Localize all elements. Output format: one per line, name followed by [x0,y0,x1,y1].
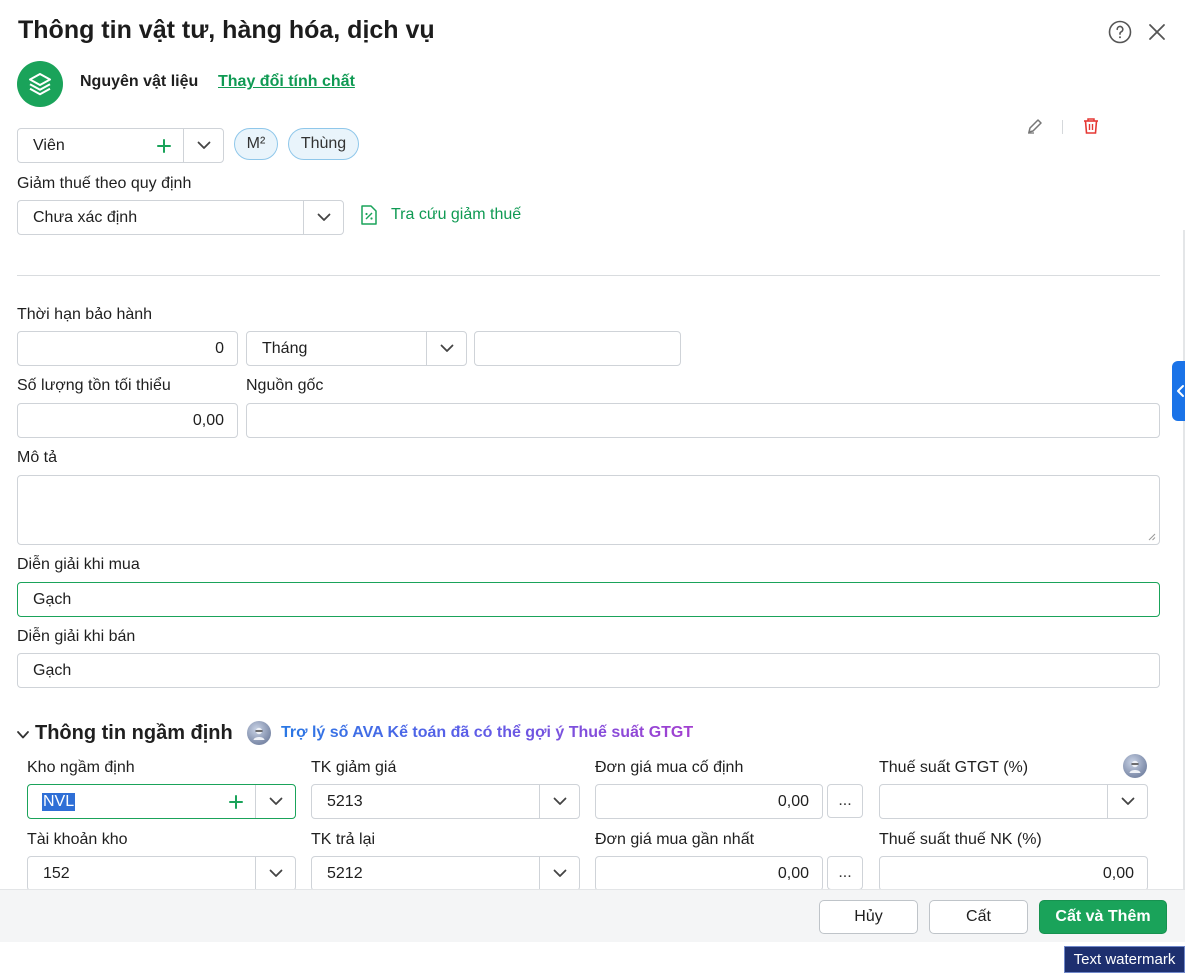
unit-chip-m2[interactable]: M² [234,128,278,160]
close-icon[interactable] [1144,19,1170,45]
warranty-label: Thời hạn bảo hành [17,306,153,323]
unit-chip-thung[interactable]: Thùng [288,128,359,160]
chevron-down-icon[interactable] [255,857,295,890]
min-stock-value: 0,00 [192,412,224,429]
defaults-section-title[interactable]: Thông tin ngầm định [35,722,233,745]
warehouse-value: NVL [42,793,76,811]
discount-account-select[interactable]: 5213 [311,784,580,819]
cancel-button[interactable]: Hủy [819,900,918,934]
import-tax-rate-label: Thuế suất thuế NK (%) [879,831,1042,848]
text-watermark: Text watermark [1064,946,1185,973]
save-and-add-button[interactable]: Cất và Thêm [1039,900,1167,934]
warranty-amount-value: 0 [215,340,224,357]
toolbar-divider [1062,120,1063,134]
ava-avatar-icon [247,721,271,745]
return-account-label: TK trả lại [311,831,376,848]
latest-purchase-price-input[interactable]: 0,00 [595,856,823,891]
warranty-period-value: Tháng [262,340,308,357]
chevron-down-icon[interactable] [1107,785,1147,818]
delete-icon[interactable] [1082,116,1100,136]
fixed-purchase-price-input[interactable]: 0,00 [595,784,823,819]
origin-label: Nguồn gốc [246,377,324,394]
ava-suggest-icon[interactable] [1123,754,1147,778]
chevron-down-icon[interactable] [426,332,466,365]
plus-icon[interactable] [149,129,179,162]
origin-input[interactable] [246,403,1160,438]
collapse-chevron-icon[interactable] [16,727,30,739]
unit-select[interactable]: Viên [17,128,224,163]
purchase-desc-value: Gạch [33,591,72,608]
return-account-value: 5212 [327,865,363,882]
section-divider [17,275,1160,276]
stock-account-value: 152 [43,865,70,882]
chevron-down-icon[interactable] [303,201,343,234]
chevron-down-icon[interactable] [539,785,579,818]
min-stock-input[interactable]: 0,00 [17,403,238,438]
description-textarea[interactable] [17,475,1160,545]
description-label: Mô tả [17,449,58,466]
discount-account-value: 5213 [327,793,363,810]
change-nature-link[interactable]: Thay đổi tính chất [218,73,355,91]
vat-rate-label: Thuế suất GTGT (%) [879,759,1029,776]
chevron-down-icon[interactable] [183,129,223,162]
plus-icon[interactable] [221,785,251,818]
nature-label: Nguyên vật liệu [80,73,199,90]
document-tax-icon[interactable] [360,205,378,225]
tax-reduction-value: Chưa xác định [33,209,138,226]
sale-desc-input[interactable]: Gạch [17,653,1160,688]
tax-reduction-label: Giảm thuế theo quy định [17,175,192,192]
import-tax-rate-value: 0,00 [1102,865,1134,882]
latest-price-more-button[interactable]: ... [827,856,863,890]
side-panel-toggle[interactable] [1172,361,1185,421]
warehouse-label: Kho ngầm định [27,759,135,776]
edit-icon[interactable] [1025,116,1045,136]
chevron-down-icon[interactable] [539,857,579,890]
warranty-period-select[interactable]: Tháng [246,331,467,366]
discount-account-label: TK giảm giá [311,759,397,776]
stock-account-select[interactable]: 152 [27,856,296,891]
dialog-footer: Hủy Cất Cất và Thêm [0,889,1185,942]
purchase-desc-label: Diễn giải khi mua [17,556,140,573]
warranty-amount-input[interactable]: 0 [17,331,238,366]
fixed-price-more-button[interactable]: ... [827,784,863,818]
resize-handle-icon[interactable] [1147,532,1156,541]
layers-icon [17,61,63,107]
warranty-note-input[interactable] [474,331,681,366]
fixed-purchase-price-value: 0,00 [777,793,809,810]
return-account-select[interactable]: 5212 [311,856,580,891]
fixed-purchase-price-label: Đơn giá mua cố định [595,759,744,776]
latest-purchase-price-label: Đơn giá mua gần nhất [595,831,755,848]
unit-value: Viên [33,137,65,154]
stock-account-label: Tài khoản kho [27,831,128,848]
save-button[interactable]: Cất [929,900,1028,934]
sale-desc-value: Gạch [33,662,72,679]
vat-rate-select[interactable] [879,784,1148,819]
tax-lookup-link[interactable]: Tra cứu giảm thuế [391,206,521,224]
tax-reduction-select[interactable]: Chưa xác định [17,200,344,235]
warehouse-select[interactable]: NVL [27,784,296,819]
purchase-desc-input[interactable]: Gạch [17,582,1160,617]
sale-desc-label: Diễn giải khi bán [17,628,136,645]
import-tax-rate-input[interactable]: 0,00 [879,856,1148,891]
min-stock-label: Số lượng tồn tối thiểu [17,377,171,394]
help-icon[interactable] [1107,19,1133,45]
dialog-title: Thông tin vật tư, hàng hóa, dịch vụ [18,16,435,44]
chevron-down-icon[interactable] [255,785,295,818]
latest-purchase-price-value: 0,00 [777,865,809,882]
ava-hint[interactable]: Trợ lý số AVA Kế toán đã có thể gợi ý Th… [281,724,693,742]
